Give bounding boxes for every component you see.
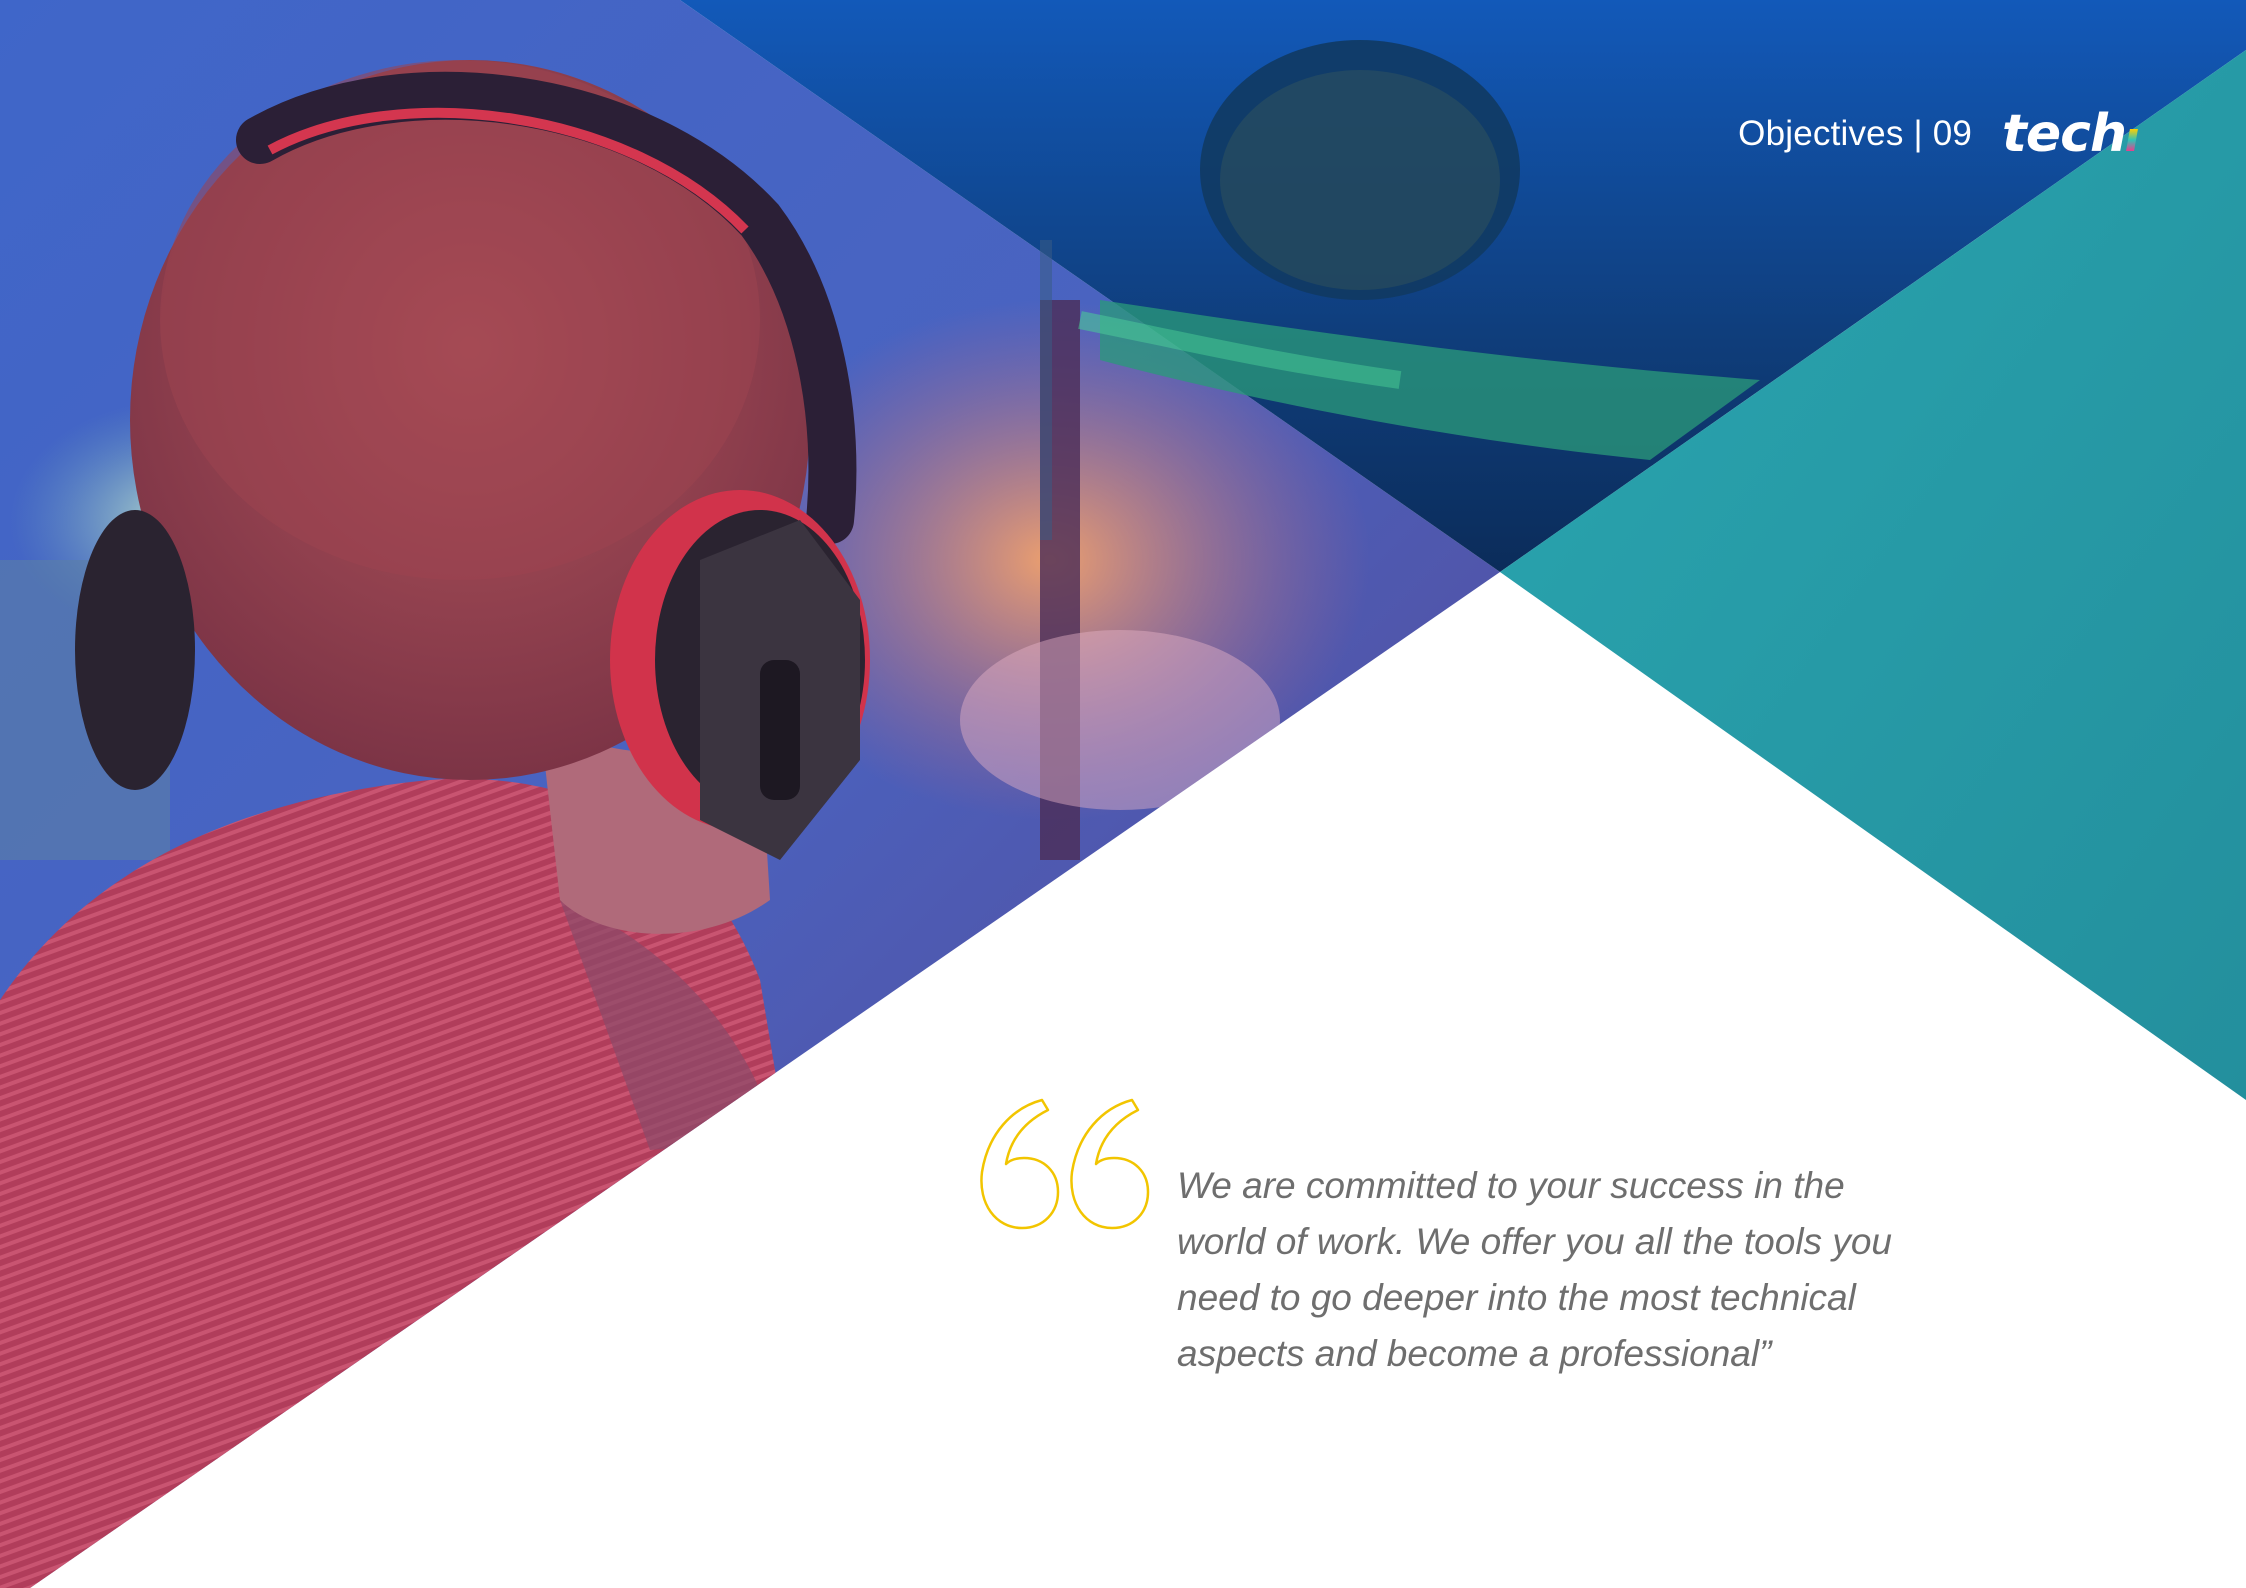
open-quote-icon bbox=[980, 1098, 1150, 1230]
tech-logo: tech bbox=[2002, 104, 2138, 164]
page-header: Objectives | 09 tech bbox=[1738, 104, 2138, 164]
section-label: Objectives | 09 bbox=[1738, 114, 1973, 153]
testimonial-quote: We are committed to your success in the … bbox=[1177, 1165, 1892, 1374]
logo-text: tech bbox=[2002, 104, 2127, 164]
brochure-page: Objectives | 09 tech We are committed to… bbox=[0, 0, 2246, 1588]
